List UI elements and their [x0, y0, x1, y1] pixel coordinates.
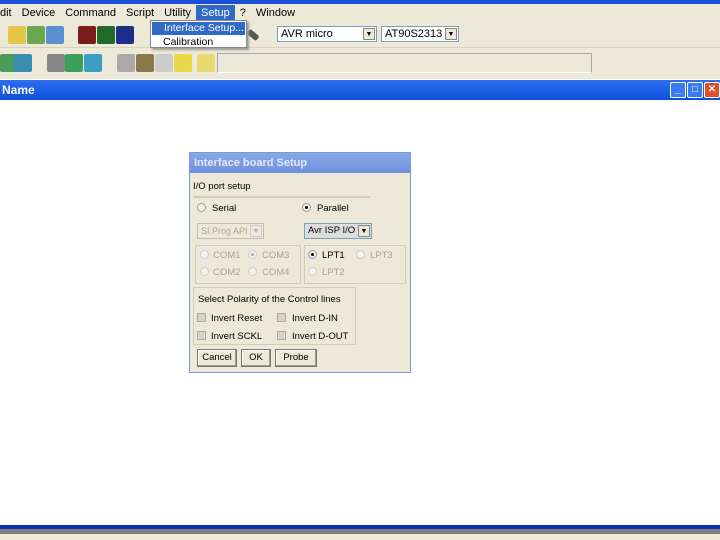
invert-din-label: Invert D-IN: [292, 313, 338, 324]
save-icon[interactable]: [78, 26, 96, 44]
lpt1-label: LPT1: [322, 250, 345, 261]
write-data-icon[interactable]: [84, 54, 102, 72]
interface-setup-dialog: Interface board Setup I/O port setup Ser…: [189, 152, 411, 373]
parallel-radio[interactable]: [302, 203, 311, 212]
com2-radio[interactable]: [200, 267, 209, 276]
parallel-label: Parallel: [317, 203, 349, 214]
read-data-icon[interactable]: [14, 54, 32, 72]
fuses-icon[interactable]: [155, 54, 173, 72]
com4-label: COM4: [262, 267, 290, 278]
menu-bar: dit Device Command Script Utility Setup …: [0, 4, 720, 21]
serial-interface-select[interactable]: SI Prog API ▼: [197, 223, 264, 239]
child-window-title: Name: [2, 83, 35, 97]
arrow-icon[interactable]: [174, 54, 192, 72]
com1-label: COM1: [213, 250, 241, 261]
parallel-interface-select[interactable]: Avr ISP I/O ▼: [304, 223, 372, 239]
minimize-icon[interactable]: _: [670, 82, 686, 98]
save-program-icon[interactable]: [97, 26, 115, 44]
menu-help[interactable]: ?: [235, 5, 251, 21]
invert-sckl-checkbox[interactable]: [197, 331, 206, 340]
ok-button[interactable]: OK: [241, 349, 271, 367]
device-family-value: AVR micro: [281, 28, 333, 40]
menu-edit[interactable]: dit: [0, 5, 17, 21]
invert-dout-label: Invert D-OUT: [292, 331, 349, 342]
invert-sckl-label: Invert SCKL: [211, 331, 263, 342]
device-select[interactable]: AT90S2313 ▼: [381, 26, 459, 42]
device-family-select[interactable]: AVR micro ▼: [277, 26, 377, 42]
cancel-button[interactable]: Cancel: [197, 349, 237, 367]
menu-window[interactable]: Window: [251, 5, 300, 21]
chip-icon[interactable]: [246, 28, 260, 42]
device-value: AT90S2313: [385, 28, 443, 40]
menu-script[interactable]: Script: [121, 5, 159, 21]
lock-icon[interactable]: [136, 54, 154, 72]
menu-command[interactable]: Command: [60, 5, 121, 21]
serial-radio[interactable]: [197, 203, 206, 212]
com3-radio[interactable]: [248, 250, 257, 259]
erase-icon[interactable]: [117, 54, 135, 72]
menu-device[interactable]: Device: [17, 5, 61, 21]
chevron-down-icon[interactable]: ▼: [445, 28, 457, 40]
write-icon[interactable]: [47, 54, 65, 72]
serial-interface-value: SI Prog API: [201, 226, 248, 236]
invert-din-checkbox[interactable]: [277, 313, 286, 322]
dialog-title: Interface board Setup: [190, 153, 410, 173]
menu-setup[interactable]: Setup: [196, 4, 235, 21]
io-port-label: I/O port setup: [193, 181, 251, 192]
com2-label: COM2: [213, 267, 241, 278]
setup-menu-dropdown: Interface Setup... Calibration: [150, 20, 247, 48]
com4-radio[interactable]: [248, 267, 257, 276]
maximize-icon[interactable]: □: [687, 82, 703, 98]
chevron-down-icon[interactable]: ▼: [363, 28, 375, 40]
write-program-icon[interactable]: [65, 54, 83, 72]
polarity-label: Select Polarity of the Control lines: [198, 294, 341, 305]
com1-radio[interactable]: [200, 250, 209, 259]
probe-button[interactable]: Probe: [275, 349, 317, 367]
lpt3-radio[interactable]: [356, 250, 365, 259]
toolbar-main: AVR micro ▼ AT90S2313 ▼: [0, 21, 720, 48]
chevron-down-icon[interactable]: ▼: [358, 225, 370, 237]
menu-item-interface-setup[interactable]: Interface Setup...: [152, 22, 245, 35]
open-icon[interactable]: [8, 26, 26, 44]
parallel-interface-value: Avr ISP I/O: [308, 225, 356, 236]
serial-label: Serial: [212, 203, 237, 214]
com3-label: COM3: [262, 250, 290, 261]
invert-reset-label: Invert Reset: [211, 313, 263, 324]
status-bar: [0, 534, 720, 540]
lpt3-label: LPT3: [370, 250, 393, 261]
progress-bar: [217, 53, 592, 73]
divider: [193, 196, 370, 198]
open-data-icon[interactable]: [46, 26, 64, 44]
save-data-icon[interactable]: [116, 26, 134, 44]
toolbar-secondary: [0, 48, 720, 79]
invert-reset-checkbox[interactable]: [197, 313, 206, 322]
lpt1-radio[interactable]: [308, 250, 317, 259]
open-program-icon[interactable]: [27, 26, 45, 44]
close-icon[interactable]: ✕: [704, 82, 720, 98]
script-icon[interactable]: [197, 54, 215, 72]
chevron-down-icon[interactable]: ▼: [250, 225, 262, 237]
menu-item-calibration[interactable]: Calibration: [151, 36, 246, 49]
invert-dout-checkbox[interactable]: [277, 331, 286, 340]
lpt2-label: LPT2: [322, 267, 345, 278]
menu-utility[interactable]: Utility: [159, 5, 196, 21]
lpt2-radio[interactable]: [308, 267, 317, 276]
child-window-title-bar: Name _ □ ✕: [0, 80, 720, 100]
